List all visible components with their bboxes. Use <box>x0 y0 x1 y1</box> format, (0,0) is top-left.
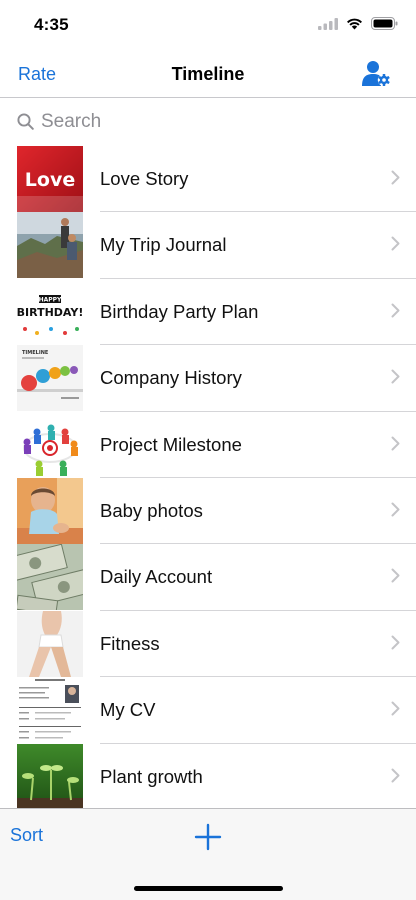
chevron-right-icon <box>391 303 400 318</box>
chevron-right-icon <box>391 768 400 783</box>
page-title: Timeline <box>171 64 245 84</box>
cv-thumbnail <box>17 677 83 744</box>
chevron-right-icon <box>391 436 400 451</box>
rate-button[interactable]: Rate <box>18 64 56 85</box>
wifi-icon <box>347 18 362 30</box>
home-indicator[interactable] <box>134 886 283 891</box>
sort-button[interactable]: Sort <box>10 825 43 846</box>
list-item-label: Birthday Party Plan <box>100 300 259 322</box>
chevron-right-icon <box>391 502 400 517</box>
list-item[interactable]: Baby photos <box>0 477 416 545</box>
love-story-thumbnail: Love <box>17 146 83 212</box>
love-thumb-text: Love <box>25 169 75 191</box>
project-milestone-thumbnail <box>17 411 83 478</box>
list-item[interactable]: My CV <box>0 677 416 744</box>
chevron-right-icon <box>391 568 400 583</box>
plant-growth-thumbnail <box>17 743 83 810</box>
list-item[interactable]: Love Love Story <box>0 146 416 213</box>
list-item-label: My CV <box>100 699 156 721</box>
daily-account-thumbnail <box>17 544 83 611</box>
trip-journal-thumbnail <box>17 212 83 279</box>
search-input[interactable]: Search <box>41 111 101 133</box>
birthday-thumbnail: HAPPY BIRTHDAY! <box>17 278 83 345</box>
baby-photos-thumbnail <box>17 477 83 544</box>
timeline-list: Love Love Story My Trip Journal HAPPY BI… <box>0 146 416 810</box>
birthday-thumb-subtext: HAPPY <box>39 296 62 303</box>
list-item[interactable]: My Trip Journal <box>0 212 416 279</box>
list-item[interactable]: Daily Account <box>0 544 416 611</box>
cellular-signal-icon <box>318 17 338 30</box>
list-item[interactable]: Fitness <box>0 610 416 678</box>
search-bar[interactable]: Search <box>0 98 416 146</box>
list-item-label: Project Milestone <box>100 433 242 455</box>
list-item[interactable]: HAPPY BIRTHDAY! Birthday Party Plan <box>0 278 416 346</box>
battery-icon <box>371 17 398 30</box>
list-item-label: Love Story <box>100 168 189 189</box>
list-item-label: Plant growth <box>100 765 203 787</box>
navigation-bar: Rate Timeline <box>0 50 416 98</box>
company-history-thumbnail: TIMELINE <box>17 345 83 412</box>
birthday-thumb-text: BIRTHDAY! <box>17 306 83 319</box>
list-item[interactable]: TIMELINE Company History <box>0 345 416 412</box>
bottom-toolbar: Sort <box>0 808 416 900</box>
list-item-label: Company History <box>100 367 242 389</box>
user-settings-icon[interactable] <box>362 60 392 88</box>
list-item-label: Fitness <box>100 632 160 654</box>
list-item[interactable]: Plant growth <box>0 743 416 810</box>
status-bar: 4:35 <box>0 0 416 50</box>
chevron-right-icon <box>391 635 400 650</box>
search-icon <box>17 113 34 130</box>
chevron-right-icon <box>391 369 400 384</box>
status-icons <box>318 17 398 30</box>
list-item-label: Baby photos <box>100 499 203 521</box>
chevron-right-icon <box>391 236 400 251</box>
plus-icon[interactable] <box>194 823 222 851</box>
list-item-label: My Trip Journal <box>100 234 227 256</box>
status-time: 4:35 <box>34 15 69 34</box>
chevron-right-icon <box>391 701 400 716</box>
company-thumb-text: TIMELINE <box>22 350 49 356</box>
chevron-right-icon <box>391 170 400 185</box>
list-item[interactable]: Project Milestone <box>0 411 416 478</box>
fitness-thumbnail <box>17 610 83 677</box>
list-item-label: Daily Account <box>100 566 213 588</box>
